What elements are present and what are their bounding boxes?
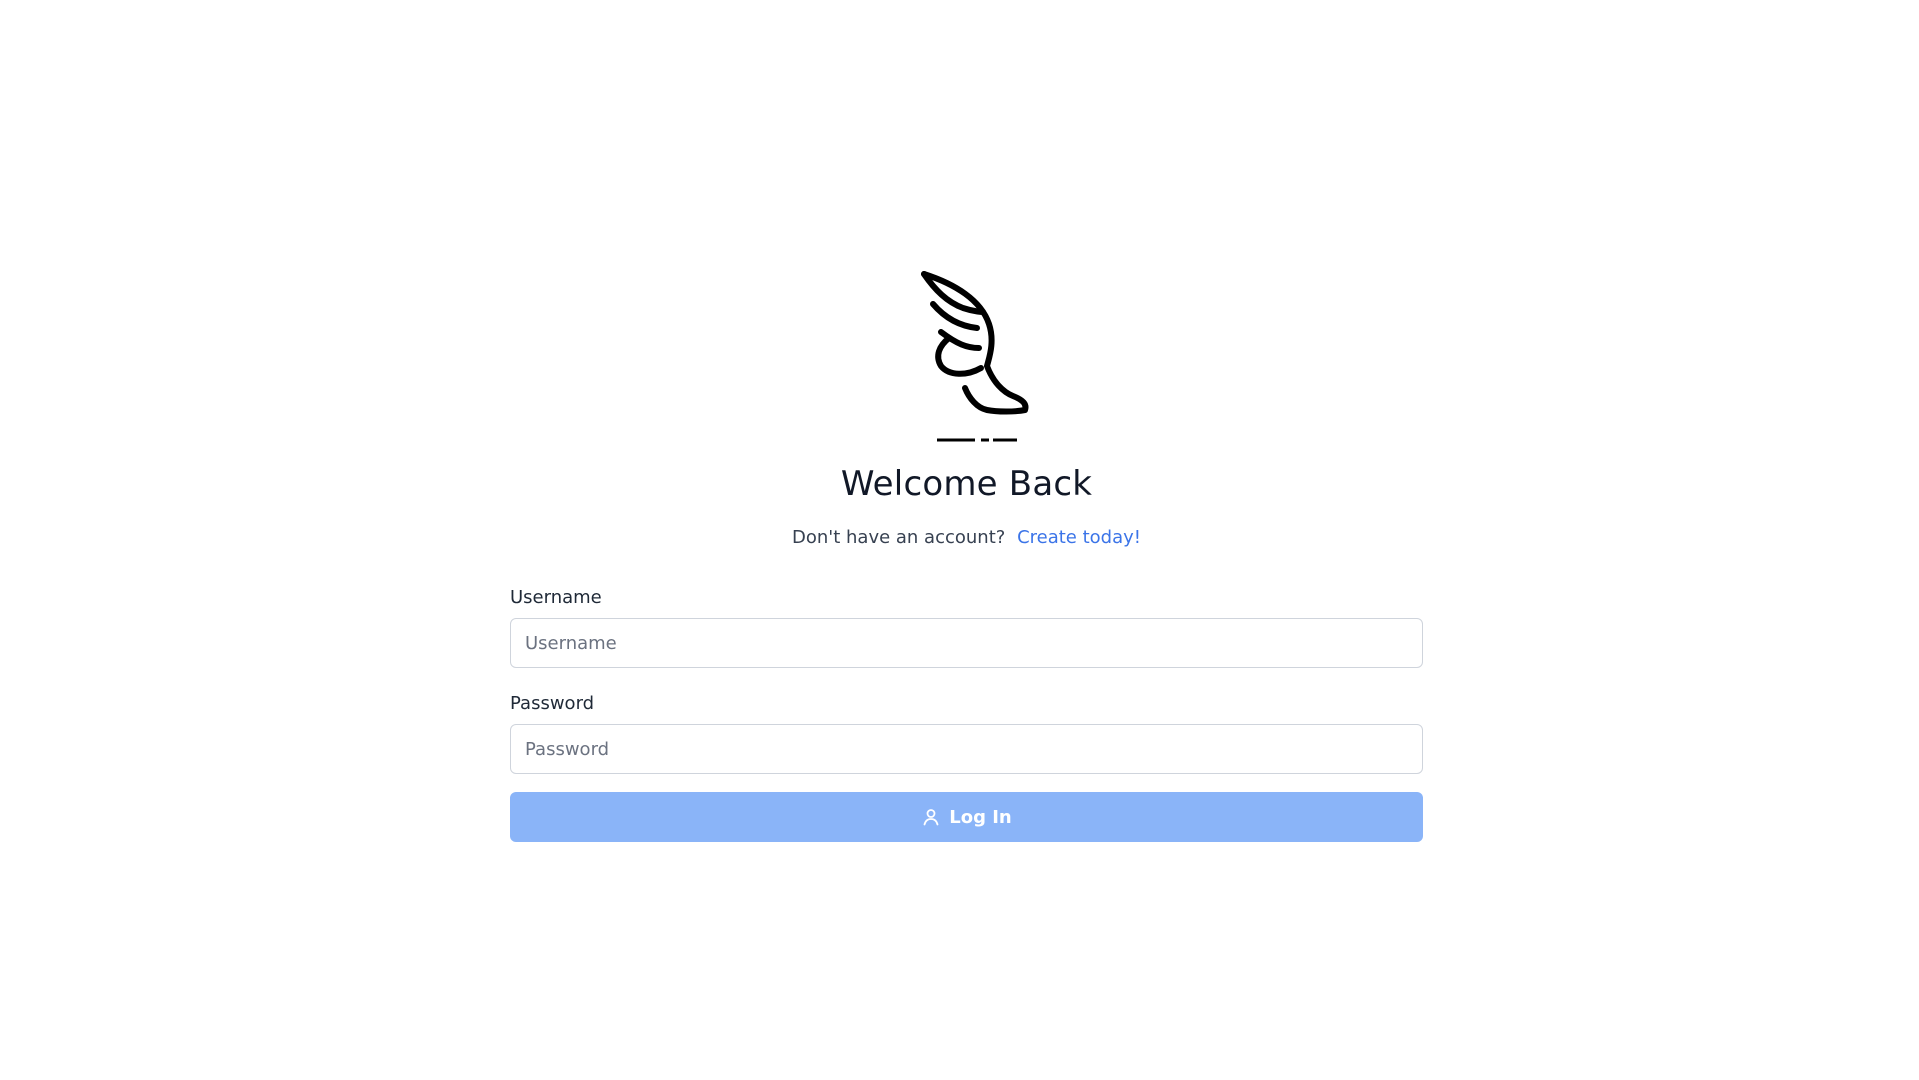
password-group: Password <box>510 692 1423 774</box>
username-label: Username <box>510 587 602 608</box>
signup-prompt: Don't have an account? <box>792 527 1006 548</box>
winged-shoe-logo <box>920 271 1028 442</box>
login-button[interactable]: Log In <box>510 792 1423 842</box>
login-button-label: Log In <box>949 806 1012 828</box>
login-form: Username Password Log In <box>510 586 1423 842</box>
login-card: Welcome Back Don't have an account? Crea… <box>510 264 1423 842</box>
signup-prompt-row: Don't have an account? Create today! <box>510 526 1423 550</box>
username-group: Username <box>510 586 1423 668</box>
user-icon <box>921 807 941 827</box>
create-account-link[interactable]: Create today! <box>1017 527 1141 548</box>
username-input[interactable] <box>510 618 1423 668</box>
password-label: Password <box>510 693 595 714</box>
login-page: Welcome Back Don't have an account? Crea… <box>0 0 1919 1080</box>
password-input[interactable] <box>510 724 1423 774</box>
page-title: Welcome Back <box>840 464 1093 504</box>
